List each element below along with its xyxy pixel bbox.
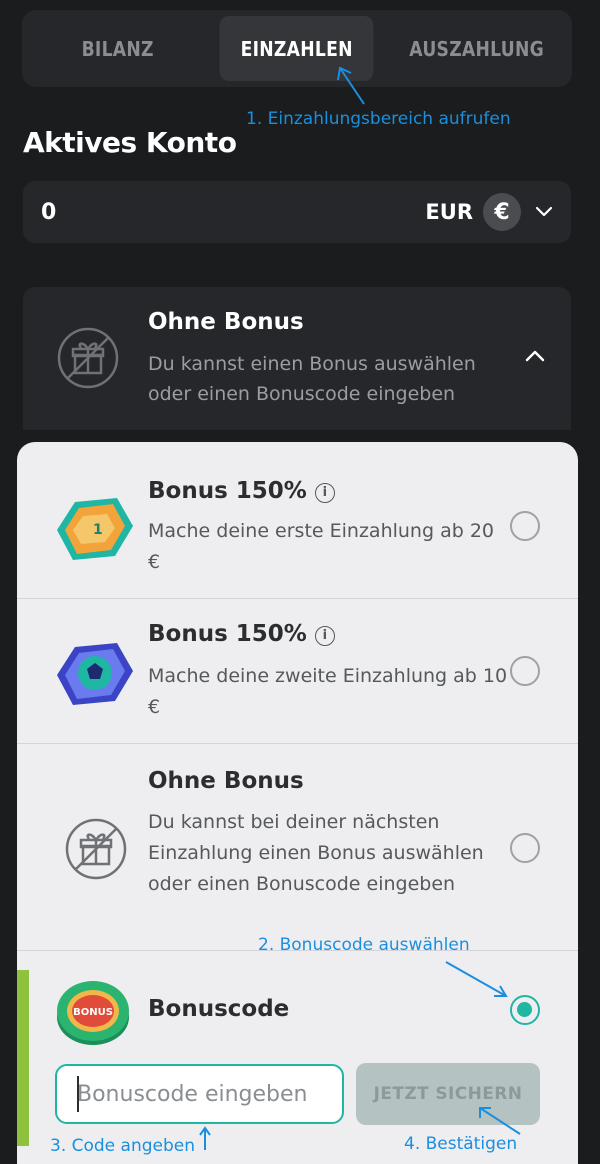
- annotation-step-3: 3. Code angeben: [50, 1136, 196, 1156]
- wallet-tabs: BILANZ EINZAHLEN AUSZAHLUNG: [22, 10, 572, 87]
- bonus-option-no-bonus[interactable]: Ohne Bonus Du kannst bei deiner nächsten…: [17, 744, 578, 951]
- bonus-option-radio[interactable]: [510, 833, 540, 863]
- tab-auszahlung[interactable]: AUSZAHLUNG: [399, 16, 553, 81]
- bonus-option-title: Bonus 150%: [148, 478, 307, 504]
- chevron-down-icon: [535, 206, 553, 217]
- annotation-arrow-2: [445, 961, 508, 997]
- bonus-option-title: Bonuscode: [148, 996, 290, 1022]
- bonus-option-radio-selected[interactable]: [510, 995, 540, 1025]
- bonus-option-description: Mache deine erste Einzahlung ab 20 €: [148, 520, 494, 573]
- bonus-option-first-deposit[interactable]: 1 Bonus 150% i Mache deine erste Einzahlu…: [17, 442, 578, 599]
- annotation-arrow-3: [199, 1126, 211, 1150]
- svg-text:1: 1: [93, 522, 103, 538]
- no-gift-icon: [65, 818, 127, 880]
- bonus-option-description: Mache deine zweite Einzahlung ab 10 €: [148, 665, 508, 718]
- no-gift-icon: [57, 327, 119, 389]
- info-icon[interactable]: i: [314, 626, 335, 646]
- account-balance: 0: [41, 199, 57, 225]
- account-currency: EUR: [425, 200, 473, 224]
- text-caret: [77, 1076, 79, 1112]
- annotation-step-1: 1. Einzahlungsbereich aufrufen: [246, 109, 511, 129]
- page-title: Aktives Konto: [23, 126, 237, 159]
- info-icon[interactable]: i: [314, 483, 335, 503]
- bonus-selector-description: Du kannst einen Bonus auswählen oder ein…: [148, 353, 476, 405]
- chip-label: BONUS: [73, 1007, 113, 1018]
- hexagon-trophy-icon: 1: [57, 498, 133, 560]
- annotation-step-2: 2. Bonuscode auswählen: [258, 935, 470, 955]
- chevron-up-icon[interactable]: [525, 349, 545, 363]
- bonus-option-description: Du kannst bei deiner nächsten Einzahlung…: [148, 811, 484, 895]
- bonus-option-title: Ohne Bonus: [148, 768, 304, 794]
- bonus-selector-title: Ohne Bonus: [148, 309, 304, 335]
- annotation-arrow-1: [337, 66, 365, 105]
- bonus-code-input[interactable]: [55, 1064, 344, 1124]
- annotation-arrow-4: [479, 1107, 521, 1135]
- hexagon-ball-icon: [57, 643, 133, 705]
- bonus-selector[interactable]: Ohne Bonus Du kannst einen Bonus auswähl…: [23, 287, 571, 430]
- euro-icon: €: [483, 193, 521, 231]
- bonus-options-panel: 1 Bonus 150% i Mache deine erste Einzahlu…: [17, 442, 578, 1164]
- account-selector[interactable]: 0 EUR €: [23, 181, 571, 243]
- bonus-option-second-deposit[interactable]: Bonus 150% i Mache deine zweite Einzahlun…: [17, 599, 578, 744]
- bonus-chip-icon: BONUS: [57, 981, 129, 1045]
- bonus-option-title: Bonus 150%: [148, 621, 307, 647]
- tab-bilanz[interactable]: BILANZ: [41, 16, 195, 81]
- bonus-option-radio[interactable]: [510, 656, 540, 686]
- bonus-option-radio[interactable]: [510, 511, 540, 541]
